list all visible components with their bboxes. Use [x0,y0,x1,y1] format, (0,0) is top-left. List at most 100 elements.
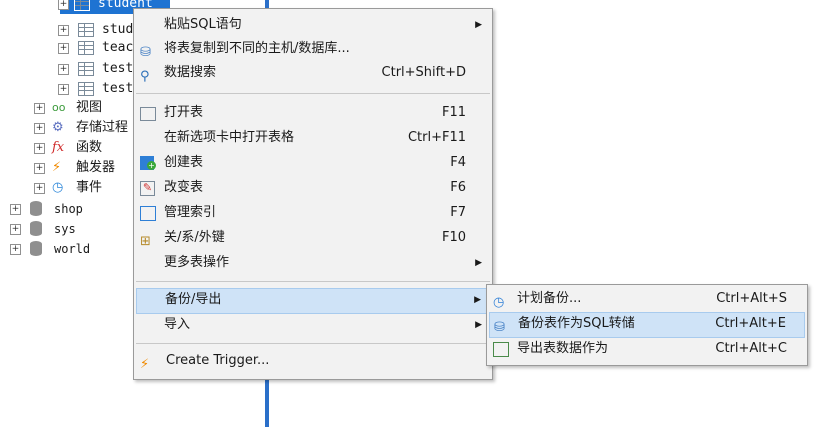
menu-item-shortcut: Ctrl+Alt+E [715,316,786,331]
menu-item-copy-table[interactable]: ⛁ 将表复制到不同的主机/数据库... [136,37,490,61]
database-icon [30,241,42,256]
expand-icon[interactable]: + [34,123,45,134]
expand-icon[interactable]: + [10,244,21,255]
menu-item-label: Create Trigger... [166,353,270,368]
menu-separator [136,281,490,282]
folder-label: 事件 [76,180,103,195]
expand-icon[interactable]: + [58,64,69,75]
table-name: stud [102,22,134,37]
menu-item-label: 粘贴SQL语句 [164,17,242,32]
menu-item-more-table-ops[interactable]: 更多表操作 ▶ [136,251,490,275]
tree-item-events[interactable]: + ◷ 事件 [34,178,144,198]
database-copy-icon: ⛁ [140,45,151,60]
submenu-item-export-data[interactable]: 导出表数据作为 Ctrl+Alt+C [489,337,805,361]
clock-icon: ◷ [52,180,64,195]
context-menu: 粘贴SQL语句 ▶ ⛁ 将表复制到不同的主机/数据库... ⚲ 数据搜索 Ctr… [133,8,493,380]
tree-item-database[interactable]: + world [10,239,110,259]
menu-item-shortcut: F10 [441,230,466,245]
menu-item-label: 数据搜索 [164,65,217,80]
menu-separator [136,343,490,344]
folder-label: 视图 [76,100,103,115]
menu-item-backup-export[interactable]: 备份/导出 ▶ [136,288,490,314]
tree-item-database[interactable]: + shop [10,199,110,219]
submenu-item-schedule-backup[interactable]: ◷ 计划备份... Ctrl+Alt+S [489,287,805,311]
tree-item-table[interactable]: + teac [58,38,138,58]
menu-item-alter-table[interactable]: ✎ 改变表 F6 [136,176,490,200]
expand-icon[interactable]: + [10,204,21,215]
folder-label: 触发器 [76,160,116,175]
menu-item-import[interactable]: 导入 ▶ [136,313,490,337]
menu-item-manage-indexes[interactable]: 管理索引 F7 [136,201,490,225]
database-backup-icon: ⛁ [494,320,505,335]
menu-item-shortcut: F11 [441,105,466,120]
tree-item-views[interactable]: + oo 视图 [34,98,144,118]
database-icon [30,201,42,216]
menu-item-label: 在新选项卡中打开表格 [164,130,295,145]
expand-icon[interactable]: + [58,0,69,10]
expand-icon[interactable]: + [58,84,69,95]
submenu-item-backup-sql-dump[interactable]: ⛁ 备份表作为SQL转储 Ctrl+Alt+E [489,312,805,338]
submenu-arrow-icon: ▶ [475,20,482,30]
menu-item-relationships[interactable]: ⊞ 关/系/外键 F10 [136,226,490,250]
menu-item-create-table[interactable]: + 创建表 F4 [136,151,490,175]
table-icon [74,0,90,11]
menu-item-label: 导入 [164,317,191,332]
schedule-icon: ◷ [493,295,505,310]
menu-item-create-trigger[interactable]: ⚡ Create Trigger... [136,349,490,373]
menu-item-label: 创建表 [164,155,204,170]
menu-item-shortcut: F7 [450,205,466,220]
tree-item-functions[interactable]: + fx 函数 [34,138,144,158]
menu-item-shortcut: F6 [450,180,466,195]
menu-item-open-in-new-tab[interactable]: 在新选项卡中打开表格 Ctrl+F11 [136,126,490,150]
trigger-icon: ⚡ [140,357,150,372]
export-table-icon [493,342,509,357]
expand-icon[interactable]: + [34,183,45,194]
table-name: teac [102,40,134,55]
plus-badge-icon: + [147,161,156,170]
expand-icon[interactable]: + [10,224,21,235]
menu-item-paste-sql[interactable]: 粘贴SQL语句 ▶ [136,13,490,37]
table-icon [78,23,94,37]
menu-item-label: 备份/导出 [165,292,222,307]
menu-item-label: 改变表 [164,180,204,195]
table-icon [78,82,94,96]
table-name: test [102,61,134,76]
expand-icon[interactable]: + [34,143,45,154]
tree-item-procedures[interactable]: + ⚙ 存储过程 [34,118,144,138]
menu-item-label: 备份表作为SQL转储 [518,316,635,331]
menu-item-label: 打开表 [164,105,204,120]
menu-item-data-search[interactable]: ⚲ 数据搜索 Ctrl+Shift+D [136,61,490,85]
folder-label: 函数 [76,140,103,155]
menu-item-shortcut: Ctrl+Shift+D [381,65,466,80]
database-name: sys [54,222,76,236]
menu-item-label: 管理索引 [164,205,217,220]
menu-item-shortcut: Ctrl+Alt+S [716,291,787,306]
tree-item-database[interactable]: + sys [10,219,110,239]
edit-table-icon: ✎ [140,181,155,196]
table-icon [78,41,94,55]
table-name: test [102,81,134,96]
menu-item-shortcut: F4 [450,155,466,170]
function-icon: fx [52,140,65,155]
tree-item-triggers[interactable]: + ⚡ 触发器 [34,158,144,178]
menu-item-label: 关/系/外键 [164,230,225,245]
menu-item-label: 更多表操作 [164,255,230,270]
database-icon [30,221,42,236]
index-icon [140,206,156,221]
menu-item-label: 将表复制到不同的主机/数据库... [164,41,350,56]
expand-icon[interactable]: + [34,163,45,174]
expand-icon[interactable]: + [34,103,45,114]
expand-icon[interactable]: + [58,43,69,54]
tree-item-table[interactable]: + test [58,59,138,79]
expand-icon[interactable]: + [58,25,69,36]
menu-item-open-table[interactable]: 打开表 F11 [136,101,490,125]
tree-item-table[interactable]: + stud [58,20,138,40]
menu-item-shortcut: Ctrl+F11 [407,130,466,145]
menu-item-label: 计划备份... [517,291,582,306]
database-name: world [54,242,91,256]
database-name: shop [54,202,83,216]
table-icon [140,107,156,121]
tree-item-table[interactable]: + test [58,79,138,99]
submenu-arrow-icon: ▶ [475,320,482,330]
glasses-icon: oo [52,101,66,114]
